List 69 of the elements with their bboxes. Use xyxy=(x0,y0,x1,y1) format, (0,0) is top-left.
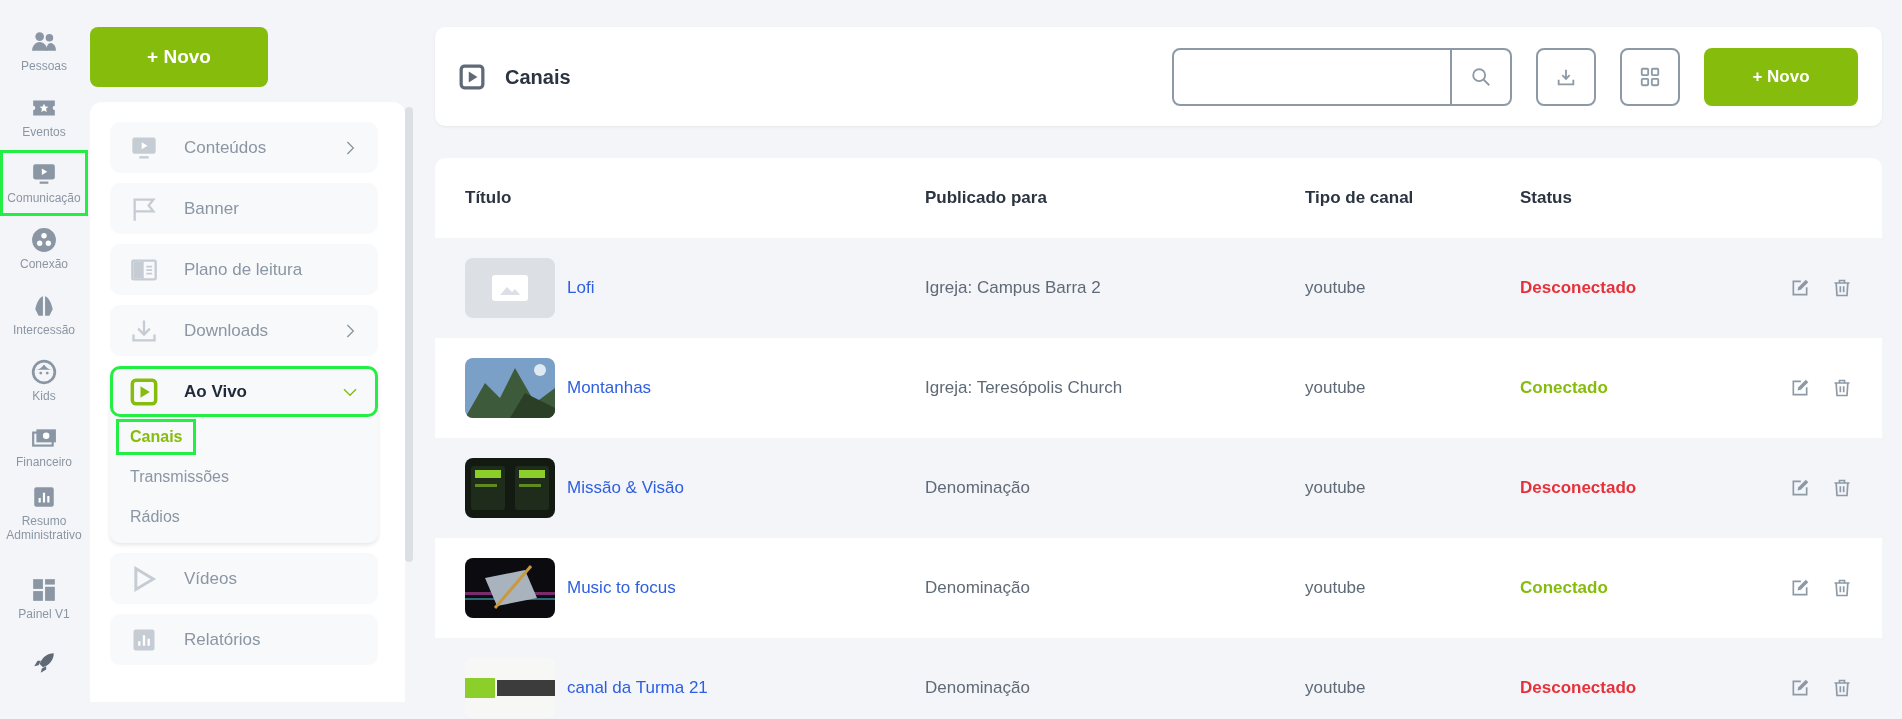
download-button[interactable] xyxy=(1536,47,1596,106)
trash-icon[interactable] xyxy=(1832,578,1852,598)
menu-item[interactable]: Conteúdos xyxy=(110,122,378,173)
table-cell: youtube xyxy=(1305,678,1366,698)
grid-icon xyxy=(1639,65,1661,88)
play-icon xyxy=(130,377,158,406)
search-button[interactable] xyxy=(1452,47,1512,106)
submenu-item[interactable]: Canais xyxy=(116,419,197,455)
channel-link[interactable]: Montanhas xyxy=(567,375,652,401)
table-cell: Denominação xyxy=(925,678,1030,698)
column-header: Título xyxy=(465,187,512,210)
scrollbar[interactable] xyxy=(405,107,413,562)
column-header: Publicado para xyxy=(925,188,1047,208)
edit-icon[interactable] xyxy=(1790,478,1810,498)
nav-item[interactable]: Comunicação xyxy=(0,150,88,216)
dashboard-icon xyxy=(31,576,57,603)
image-icon xyxy=(492,275,528,301)
nav-item[interactable]: Intercessão xyxy=(0,282,88,348)
table-cell: Denominação xyxy=(925,478,1030,498)
table-cell: Igreja: Campus Barra 2 xyxy=(925,278,1101,298)
status-text: Conectado xyxy=(1520,578,1608,598)
table-cell: youtube xyxy=(1305,278,1366,298)
table-cell: Denominação xyxy=(925,578,1030,598)
search-icon xyxy=(1470,65,1492,88)
table-cell: youtube xyxy=(1305,578,1366,598)
menu-item[interactable]: Ao Vivo xyxy=(110,366,378,417)
nav-item[interactable]: Conexão xyxy=(0,216,88,282)
menu-item[interactable]: Relatórios xyxy=(110,614,378,665)
menu-item[interactable]: Downloads xyxy=(110,305,378,356)
trash-icon[interactable] xyxy=(1832,378,1852,398)
table-cell: youtube xyxy=(1305,478,1366,498)
channel-link[interactable]: Music to focus xyxy=(567,575,676,601)
submenu-item[interactable]: Rádios xyxy=(116,499,194,535)
nav-item[interactable]: Eventos xyxy=(0,84,88,150)
channel-link[interactable]: Lofi xyxy=(567,275,595,301)
edit-icon[interactable] xyxy=(1790,678,1810,698)
edit-icon[interactable] xyxy=(1790,578,1810,598)
trash-icon[interactable] xyxy=(1832,278,1852,298)
page-title: Canais xyxy=(505,64,571,90)
menu-item[interactable]: Banner xyxy=(110,183,378,234)
status-text: Desconectado xyxy=(1520,478,1637,498)
column-header: Status xyxy=(1520,188,1572,208)
nav-item[interactable]: Resumo Administrativo xyxy=(0,480,88,546)
table-cell: youtube xyxy=(1305,378,1366,398)
nav-item[interactable]: Pessoas xyxy=(0,18,88,84)
table-cell: Igreja: Teresópolis Church xyxy=(925,378,1123,398)
status-text: Desconectado xyxy=(1520,278,1637,298)
trash-icon[interactable] xyxy=(1832,478,1852,498)
new-button[interactable]: + Novo xyxy=(90,27,268,87)
submenu-item[interactable]: Transmissões xyxy=(116,459,243,495)
nav-item[interactable]: Painel V1 xyxy=(0,566,88,632)
menu-item[interactable]: Plano de leitura xyxy=(110,244,378,295)
menu-item[interactable]: Vídeos xyxy=(110,553,378,604)
grid-view-button[interactable] xyxy=(1620,47,1680,106)
channel-link[interactable]: canal da Turma 21 xyxy=(567,675,708,701)
nav-item[interactable]: Kids xyxy=(0,348,88,414)
circles-icon xyxy=(31,226,57,253)
play-icon xyxy=(459,63,485,90)
search-field[interactable] xyxy=(1172,47,1452,106)
status-text: Desconectado xyxy=(1520,678,1637,698)
nav-item[interactable]: Financeiro xyxy=(0,414,88,480)
channel-link[interactable]: Missão & Visão xyxy=(567,475,684,501)
edit-icon[interactable] xyxy=(1790,378,1810,398)
new-button[interactable]: + Novo xyxy=(1704,47,1858,106)
edit-icon[interactable] xyxy=(1790,278,1810,298)
child-face-icon xyxy=(31,358,57,385)
status-text: Conectado xyxy=(1520,378,1608,398)
trash-icon[interactable] xyxy=(1832,678,1852,698)
column-header: Tipo de canal xyxy=(1305,188,1414,208)
